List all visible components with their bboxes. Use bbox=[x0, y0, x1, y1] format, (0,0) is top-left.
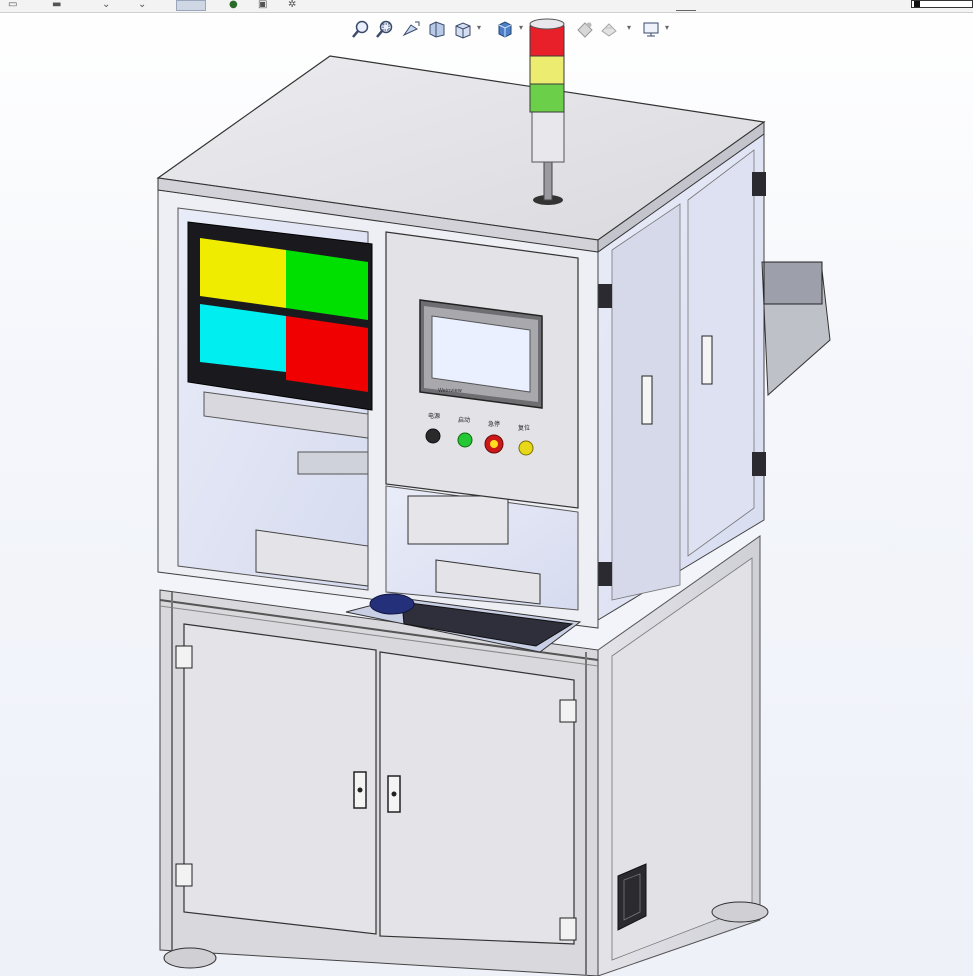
monitor-quadrant-cyan bbox=[200, 304, 286, 372]
stack-light-green bbox=[529, 83, 565, 113]
stack-light-yellow bbox=[529, 53, 565, 85]
monitor-quadrant-yellow bbox=[200, 238, 286, 308]
front-monitor bbox=[187, 221, 373, 411]
right-door[interactable] bbox=[379, 651, 575, 945]
monitor-quadrant-red bbox=[286, 316, 368, 392]
panel-label-reset: 复位 bbox=[518, 424, 530, 432]
reset-button[interactable] bbox=[518, 440, 534, 456]
foot-back-right bbox=[711, 901, 769, 923]
start-button[interactable] bbox=[457, 432, 473, 448]
hmi-brand-label: Weinview bbox=[438, 388, 462, 394]
stack-light-red bbox=[529, 25, 565, 57]
panel-label-estop: 急停 bbox=[488, 420, 500, 428]
left-door[interactable] bbox=[183, 623, 377, 935]
monitor-quadrant-green bbox=[286, 250, 368, 320]
panel-label-power: 电源 bbox=[428, 412, 440, 420]
power-switch[interactable] bbox=[425, 428, 441, 444]
panel-label-start: 启动 bbox=[458, 416, 470, 424]
foot-front-left bbox=[163, 947, 217, 969]
mouse[interactable] bbox=[369, 593, 415, 615]
model-viewport[interactable]: Weinview 电源 启动 急停 复位 bbox=[0, 0, 973, 976]
